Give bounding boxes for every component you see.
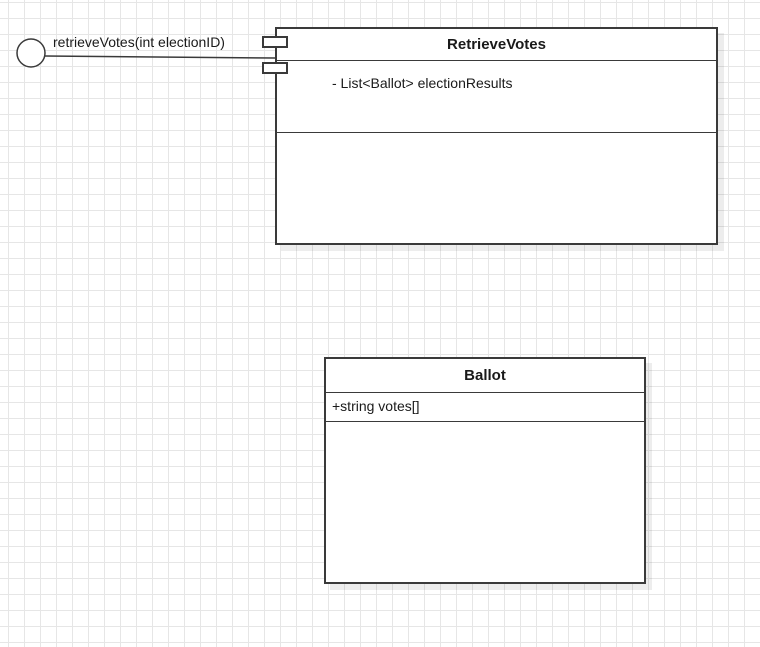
component-port-top[interactable] xyxy=(262,36,288,48)
retrieve-votes-attributes: - List<Ballot> electionResults xyxy=(277,61,716,132)
ballot-class-name: Ballot xyxy=(464,367,506,384)
provided-interface-lollipop[interactable] xyxy=(16,38,46,68)
ballot-class[interactable]: Ballot +string votes[] xyxy=(324,357,646,584)
election-results-attribute[interactable]: - List<Ballot> electionResults xyxy=(332,75,716,91)
ballot-attributes-divider xyxy=(326,421,644,422)
votes-attribute[interactable]: +string votes[] xyxy=(332,393,644,419)
interface-connector-line[interactable] xyxy=(44,55,276,59)
retrieve-votes-class-name: RetrieveVotes xyxy=(447,36,546,53)
ballot-attributes: +string votes[] xyxy=(326,393,644,421)
component-port-bottom[interactable] xyxy=(262,62,288,74)
interface-operation-label[interactable]: retrieveVotes(int electionID) xyxy=(53,33,225,51)
retrieve-votes-class[interactable]: RetrieveVotes - List<Ballot> electionRes… xyxy=(275,27,718,245)
retrieve-votes-attributes-divider xyxy=(277,132,716,133)
